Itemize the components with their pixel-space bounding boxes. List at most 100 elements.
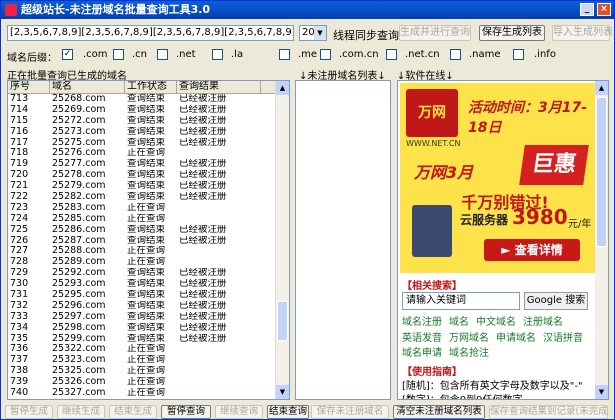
- chevron-down-icon[interactable]: ▼: [314, 26, 326, 40]
- scroll-down-icon[interactable]: ▼: [276, 385, 289, 399]
- table-row[interactable]: 722 25282.com 查询结束 已经被注册: [8, 192, 289, 203]
- table-row[interactable]: 723 25283.com 正在查询: [8, 203, 289, 214]
- resume-query-button[interactable]: 继续查询: [215, 405, 263, 419]
- header-domain[interactable]: 域名: [50, 81, 125, 93]
- table-row[interactable]: 719 25277.com 查询结束 已经被注册: [8, 159, 289, 170]
- table-row[interactable]: 734 25298.com 查询结束 已经被注册: [8, 323, 289, 334]
- google-search-button[interactable]: Google 搜索: [524, 292, 588, 310]
- row-status: 查询结束: [127, 181, 166, 192]
- minimize-button[interactable]: _: [580, 3, 594, 16]
- pause-query-button[interactable]: 暂停查询: [161, 405, 211, 419]
- related-link[interactable]: 申请域名: [496, 331, 536, 347]
- row-index: 727: [10, 246, 29, 257]
- table-row[interactable]: 735 25299.com 查询结束 已经被注册: [8, 334, 289, 345]
- header-result[interactable]: 查询结果: [177, 81, 261, 93]
- checkbox-com[interactable]: ✓: [62, 49, 73, 60]
- table-row[interactable]: 726 25287.com 查询结束 已经被注册: [8, 236, 289, 247]
- table-row[interactable]: 729 25292.com 查询结束 已经被注册: [8, 268, 289, 279]
- table-row[interactable]: 713 25268.com 查询结束 已经被注册: [8, 94, 289, 105]
- table-row[interactable]: 740 25327.com 正在查询: [8, 388, 289, 399]
- related-link[interactable]: 汉语拼音: [543, 331, 583, 347]
- pattern-input[interactable]: [2,3,5,6,7,8,9][2,3,5,6,7,8,9][2,3,5,6,7…: [7, 25, 294, 41]
- checkbox-net-cn[interactable]: [386, 49, 397, 60]
- query-table[interactable]: 序号 域名 工作状态 查询结果 713 25268.com 查询结束 已经被注册 714…: [7, 80, 290, 400]
- save-results-button[interactable]: 保存查询结果到记录(未完成): [489, 405, 608, 419]
- related-link[interactable]: 万网域名: [449, 331, 489, 347]
- checkbox-net[interactable]: [157, 49, 168, 60]
- checkbox-name[interactable]: [450, 49, 461, 60]
- row-domain: 25326.com: [52, 377, 106, 388]
- scroll-up-icon[interactable]: ▲: [276, 81, 289, 95]
- save-list-button[interactable]: 保存生成列表: [479, 25, 545, 41]
- table-row[interactable]: 727 25288.com 正在查询: [8, 246, 289, 257]
- start-query-button[interactable]: 生成并进行查询: [399, 25, 471, 41]
- row-domain: 25286.com: [52, 224, 106, 235]
- thread-count-select[interactable]: 20 ▼: [299, 25, 327, 41]
- pause-generate-button[interactable]: 暂停生成: [5, 405, 53, 419]
- table-row[interactable]: 728 25289.com 正在查询: [8, 257, 289, 268]
- table-row[interactable]: 733 25297.com 查询结束 已经被注册: [8, 312, 289, 323]
- table-row[interactable]: 714 25269.com 查询结束 已经被注册: [8, 105, 289, 116]
- table-body: 713 25268.com 查询结束 已经被注册 714 25269.com 查询结束 已经被…: [8, 94, 289, 399]
- checkbox-info[interactable]: [513, 49, 524, 60]
- resume-generate-button[interactable]: 继续生成: [57, 405, 105, 419]
- table-row[interactable]: 715 25272.com 查询结束 已经被注册: [8, 116, 289, 127]
- checkbox-me[interactable]: [279, 49, 290, 60]
- table-row[interactable]: 730 25293.com 查询结束 已经被注册: [8, 279, 289, 290]
- checkbox-la[interactable]: [212, 49, 223, 60]
- table-row[interactable]: 739 25326.com 正在查询: [8, 377, 289, 388]
- related-link[interactable]: 注册域名: [523, 315, 563, 331]
- scroll-up-icon[interactable]: ▲: [595, 81, 608, 95]
- scroll-down-icon[interactable]: ▼: [595, 385, 608, 399]
- table-row[interactable]: 716 25273.com 查询结束 已经被注册: [8, 127, 289, 138]
- checkbox-cn[interactable]: [113, 49, 124, 60]
- stop-generate-button[interactable]: 结束生成: [109, 405, 157, 419]
- row-index: 734: [10, 322, 29, 333]
- table-row[interactable]: 717 25275.com 查询结束 已经被注册: [8, 138, 289, 149]
- panel-scrollbar[interactable]: ▲ ▼: [595, 81, 608, 399]
- row-domain: 25275.com: [52, 137, 106, 148]
- header-status[interactable]: 工作状态: [125, 81, 177, 93]
- row-domain: 25279.com: [52, 181, 106, 192]
- clear-unregistered-button[interactable]: 清空未注册域名列表: [393, 405, 485, 419]
- view-details-button[interactable]: ► 查看详情: [484, 239, 580, 261]
- promo-banner[interactable]: 万网 WWW.NET.CN 活动时间：3月17-18日 万网3月 巨惠 千万别错…: [400, 83, 596, 273]
- close-button[interactable]: ×: [597, 3, 611, 16]
- table-row[interactable]: 725 25286.com 查询结束 已经被注册: [8, 225, 289, 236]
- table-scrollbar[interactable]: ▲ ▼: [275, 81, 289, 399]
- checkbox-com-cn[interactable]: [320, 49, 331, 60]
- table-row[interactable]: 737 25323.com 正在查询: [8, 355, 289, 366]
- row-status: 查询结束: [127, 268, 166, 279]
- keyword-input[interactable]: 请输入关键词: [402, 292, 520, 310]
- related-link[interactable]: 域名抢注: [449, 346, 489, 362]
- save-unregistered-button[interactable]: 保存未注册域名: [311, 405, 389, 419]
- row-result: 已经被注册: [179, 104, 227, 115]
- row-index: 723: [10, 202, 29, 213]
- table-row[interactable]: 732 25296.com 查询结束 已经被注册: [8, 301, 289, 312]
- row-status: 查询结束: [127, 300, 166, 311]
- header-index[interactable]: 序号: [8, 81, 50, 93]
- scroll-thumb[interactable]: [277, 301, 288, 341]
- online-panel: 万网 WWW.NET.CN 活动时间：3月17-18日 万网3月 巨惠 千万别错…: [397, 80, 609, 400]
- related-link[interactable]: 英语发音: [402, 331, 442, 347]
- table-row[interactable]: 738 25325.com 正在查询: [8, 366, 289, 377]
- unregistered-list[interactable]: [295, 80, 391, 400]
- related-link[interactable]: 域名: [449, 315, 469, 331]
- stop-query-button[interactable]: 结束查询: [267, 405, 309, 419]
- related-link[interactable]: 域名注册: [402, 315, 442, 331]
- related-link[interactable]: 中文域名: [476, 315, 516, 331]
- row-result: [177, 203, 261, 214]
- table-row[interactable]: 736 25322.com 正在查询: [8, 344, 289, 355]
- table-row[interactable]: 724 25285.com 正在查询: [8, 214, 289, 225]
- table-row[interactable]: 720 25278.com 查询结束 已经被注册: [8, 170, 289, 181]
- table-row[interactable]: 718 25276.com 正在查询: [8, 148, 289, 159]
- related-link[interactable]: 域名申请: [402, 346, 442, 362]
- table-row[interactable]: 721 25279.com 查询结束 已经被注册: [8, 181, 289, 192]
- import-list-button[interactable]: 导入生成列表: [552, 25, 613, 41]
- row-domain: 25295.com: [52, 290, 106, 301]
- app-icon: [5, 4, 17, 16]
- row-domain: 25282.com: [52, 192, 106, 203]
- row-result: 已经被注册: [179, 181, 227, 192]
- scroll-thumb[interactable]: [596, 97, 607, 247]
- table-row[interactable]: 731 25295.com 查询结束 已经被注册: [8, 290, 289, 301]
